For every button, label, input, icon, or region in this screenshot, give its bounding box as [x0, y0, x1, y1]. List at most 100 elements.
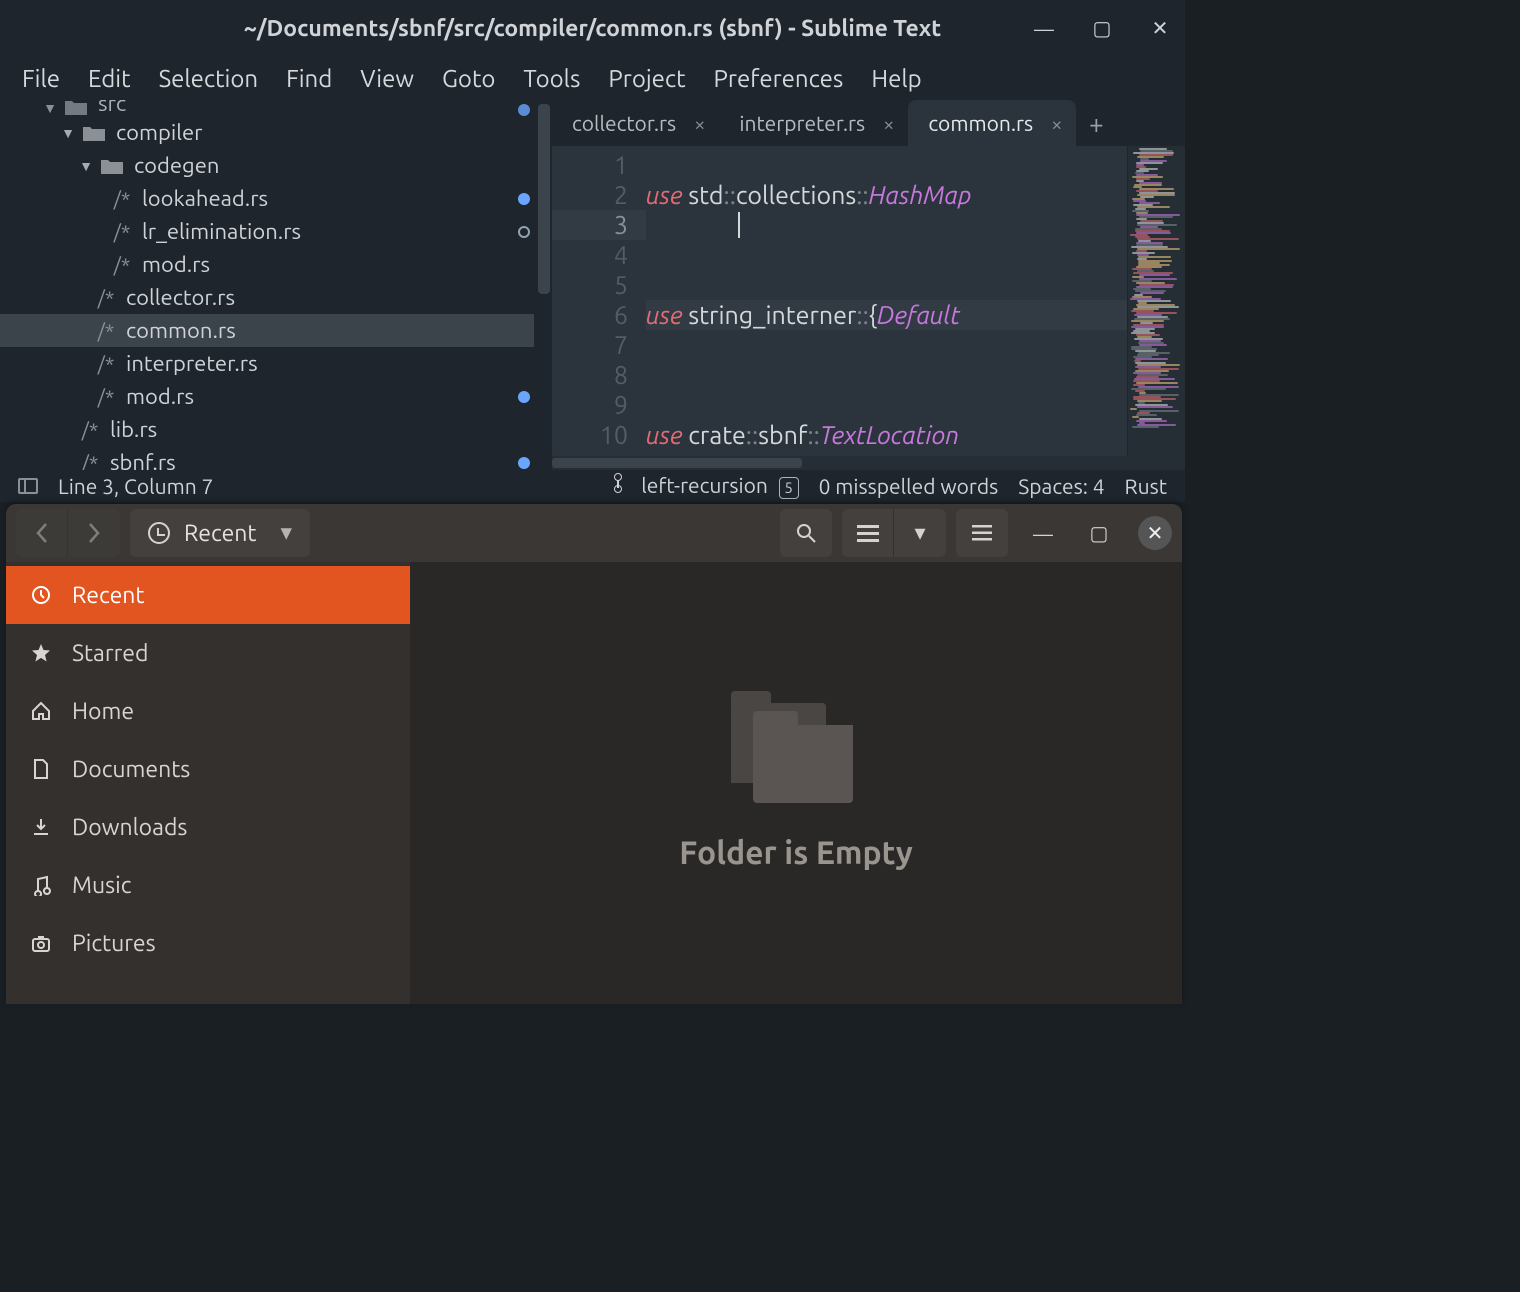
close-window-button[interactable]: ✕ [1138, 516, 1172, 550]
minimap[interactable] [1127, 146, 1185, 470]
tab-common[interactable]: common.rs × [908, 100, 1076, 146]
tree-folder[interactable]: ▼ compiler [0, 116, 552, 149]
code-lines[interactable]: use std::collections::HashMap use string… [646, 146, 1127, 470]
scrollbar-thumb[interactable] [552, 458, 802, 468]
tree-file[interactable]: /* mod.rs [0, 248, 552, 281]
close-icon[interactable]: × [883, 112, 894, 135]
tree-folder[interactable]: ▼src [0, 100, 552, 116]
back-button[interactable] [16, 509, 68, 557]
tree-file[interactable]: /*sbnf.rs [0, 446, 552, 470]
tab-label: common.rs [928, 111, 1033, 135]
menu-selection[interactable]: Selection [145, 59, 273, 98]
sublime-titlebar[interactable]: ~/Documents/sbnf/src/compiler/common.rs … [0, 0, 1185, 56]
menu-view[interactable]: View [346, 59, 428, 98]
tree-label: common.rs [126, 318, 236, 343]
maximize-button[interactable]: ▢ [1082, 516, 1116, 550]
horizontal-scrollbar[interactable] [552, 456, 1185, 470]
line-number[interactable]: 4 [552, 240, 628, 270]
file-icon: /* [108, 253, 136, 276]
menu-edit[interactable]: Edit [74, 59, 145, 98]
tree-label: mod.rs [142, 252, 210, 277]
fm-sidebar-starred[interactable]: Starred [6, 624, 410, 682]
tree-file[interactable]: /*common.rs [0, 314, 552, 347]
status-bar: Line 3, Column 7 left-recursion 5 0 miss… [0, 470, 1185, 502]
file-tree[interactable]: ▼src▼compiler▼codegen/*lookahead.rs/*lr_… [0, 100, 552, 470]
line-number[interactable]: 8 [552, 360, 628, 390]
disclosure-triangle-icon[interactable]: ▼ [42, 100, 58, 116]
line-number[interactable]: 7 [552, 330, 628, 360]
line-number[interactable]: 10 [552, 420, 628, 450]
syntax-status[interactable]: Rust [1125, 474, 1167, 498]
menubar: File Edit Selection Find View Goto Tools… [0, 56, 1185, 100]
tree-file[interactable]: /*mod.rs [0, 380, 552, 413]
minimize-button[interactable]: — [1026, 516, 1060, 550]
indentation-status[interactable]: Spaces: 4 [1018, 474, 1104, 498]
fm-sidebar-pictures[interactable]: Pictures [6, 914, 410, 972]
hamburger-menu-button[interactable] [956, 509, 1008, 557]
tab-collector[interactable]: collector.rs × [552, 100, 719, 146]
tree-file[interactable]: /*lookahead.rs [0, 182, 552, 215]
git-branch[interactable]: left-recursion 5 [614, 473, 798, 499]
menu-goto[interactable]: Goto [428, 59, 509, 98]
line-number[interactable]: 2 [552, 180, 628, 210]
line-number[interactable]: 1 [552, 150, 628, 180]
new-tab-button[interactable]: + [1076, 100, 1116, 146]
scrollbar-thumb[interactable] [538, 104, 550, 294]
tree-label: mod.rs [126, 384, 194, 409]
close-icon[interactable]: × [694, 112, 705, 135]
minimize-button[interactable]: — [1029, 13, 1059, 43]
menu-find[interactable]: Find [272, 59, 346, 98]
tab-interpreter[interactable]: interpreter.rs × [719, 100, 908, 146]
fm-item-label: Downloads [72, 815, 187, 840]
fm-sidebar-recent[interactable]: Recent [6, 566, 410, 624]
sidebar-scrollbar[interactable] [534, 100, 552, 470]
empty-label: Folder is Empty [679, 835, 912, 871]
close-icon[interactable]: × [1051, 112, 1062, 135]
menu-preferences[interactable]: Preferences [700, 59, 858, 98]
tree-folder[interactable]: ▼codegen [0, 149, 552, 182]
menu-tools[interactable]: Tools [509, 59, 594, 98]
disclosure-triangle-icon[interactable]: ▼ [60, 125, 76, 141]
cursor-position[interactable]: Line 3, Column 7 [58, 474, 213, 498]
tree-label: compiler [116, 120, 202, 145]
line-number[interactable]: 5 [552, 270, 628, 300]
menu-project[interactable]: Project [594, 59, 699, 98]
menu-file[interactable]: File [8, 59, 74, 98]
clock-icon [28, 584, 54, 606]
editor-area: collector.rs × interpreter.rs × common.r… [552, 100, 1185, 470]
menu-help[interactable]: Help [857, 59, 935, 98]
line-number[interactable]: 6 [552, 300, 628, 330]
fm-content[interactable]: Folder is Empty [410, 562, 1182, 1004]
view-list-button[interactable] [842, 509, 894, 557]
disclosure-triangle-icon[interactable]: ▼ [78, 158, 94, 174]
forward-button[interactable] [68, 509, 120, 557]
maximize-button[interactable]: ▢ [1087, 13, 1117, 43]
panel-toggle-icon[interactable] [18, 478, 38, 494]
fm-sidebar-music[interactable]: Music [6, 856, 410, 914]
modified-dot-icon [518, 104, 530, 116]
line-number[interactable]: 3 [552, 210, 646, 240]
fm-sidebar-documents[interactable]: Documents [6, 740, 410, 798]
tree-file[interactable]: /*interpreter.rs [0, 347, 552, 380]
text-cursor [738, 212, 740, 238]
star-icon [28, 642, 54, 664]
branch-count-badge: 5 [779, 477, 799, 499]
search-icon [795, 522, 817, 544]
close-window-button[interactable]: ✕ [1145, 13, 1175, 43]
tree-file[interactable]: /*lr_elimination.rs [0, 215, 552, 248]
view-dropdown-button[interactable]: ▾ [894, 509, 946, 557]
location-dropdown[interactable]: Recent ▾ [130, 509, 310, 557]
fm-sidebar-downloads[interactable]: Downloads [6, 798, 410, 856]
search-button[interactable] [780, 509, 832, 557]
line-number[interactable]: 9 [552, 390, 628, 420]
code-editor[interactable]: 12345678910 use std::collections::HashMa… [552, 146, 1185, 470]
music-icon [28, 874, 54, 896]
file-icon: /* [108, 220, 136, 243]
download-icon [28, 816, 54, 838]
tree-file[interactable]: /*collector.rs [0, 281, 552, 314]
tree-file[interactable]: /*lib.rs [0, 413, 552, 446]
fm-sidebar-home[interactable]: Home [6, 682, 410, 740]
branch-icon [614, 473, 630, 493]
doc-icon [28, 758, 54, 780]
spellcheck-status[interactable]: 0 misspelled words [819, 474, 999, 498]
